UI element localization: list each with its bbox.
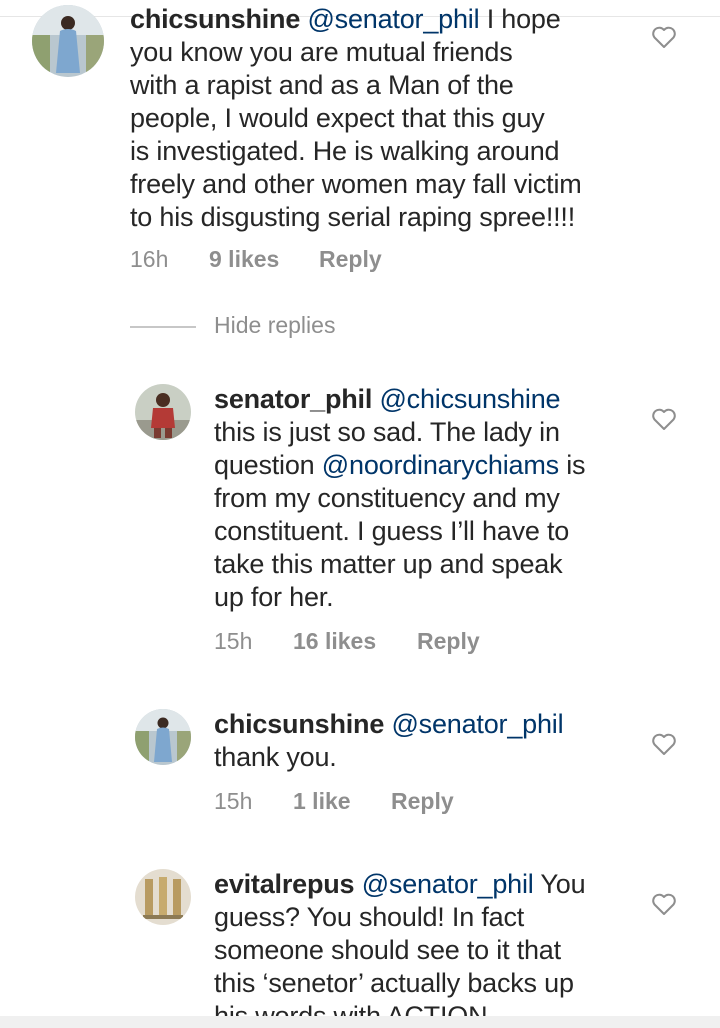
comment-line: this ‘senetor’ actually backs up: [214, 968, 574, 998]
likes-count[interactable]: 9 likes: [209, 246, 319, 273]
reply-button[interactable]: Reply: [391, 788, 454, 815]
avatar[interactable]: [135, 384, 191, 440]
comment-username[interactable]: chicsunshine: [214, 709, 384, 739]
comment-line: I hope: [479, 4, 561, 34]
comment-mention[interactable]: @chicsunshine: [379, 384, 560, 414]
comment-time: 15h: [214, 628, 253, 654]
comment-line: is investigated. He is walking around: [130, 136, 560, 166]
avatar[interactable]: [135, 709, 191, 765]
comment-meta: 15h 1 like Reply: [214, 788, 454, 815]
comment-mention[interactable]: @noordinarychiams: [322, 450, 559, 480]
reply-button[interactable]: Reply: [319, 246, 382, 273]
comment-line: guess? You should! In fact: [214, 902, 525, 932]
comment-line: freely and other women may fall victim: [130, 169, 582, 199]
likes-count[interactable]: 16 likes: [293, 628, 417, 655]
comment-mention[interactable]: @senator_phil: [362, 869, 534, 899]
heart-outline-icon[interactable]: [651, 407, 677, 431]
comment-line: take this matter up and speak: [214, 549, 563, 579]
comment-line: someone should see to it that: [214, 935, 561, 965]
comment-text: chicsunshine @senator_phil I hope you kn…: [130, 3, 690, 234]
comment-line: to his disgusting serial raping spree!!!…: [130, 202, 576, 232]
comment-line: is: [558, 450, 586, 480]
comment-text: senator_phil @chicsunshine this is just …: [214, 383, 684, 614]
comment-line: constituent. I guess I’ll have to: [214, 516, 570, 546]
comment-line: up for her.: [214, 582, 334, 612]
hide-replies-label[interactable]: Hide replies: [214, 312, 335, 339]
comment-mention[interactable]: @senator_phil: [307, 4, 479, 34]
comment-username[interactable]: evitalrepus: [214, 869, 355, 899]
comment-mention[interactable]: @senator_phil: [391, 709, 563, 739]
comment-line: with a rapist and as a Man of the: [130, 70, 514, 100]
comment-line: his words with ACTION: [214, 1001, 488, 1016]
comment-username[interactable]: senator_phil: [214, 384, 372, 414]
heart-outline-icon[interactable]: [651, 892, 677, 916]
comment-time: 16h: [130, 246, 169, 272]
heart-outline-icon[interactable]: [651, 25, 677, 49]
comment-line: from my constituency and my: [214, 483, 560, 513]
comment-line: you know you are mutual friends: [130, 37, 513, 67]
reply-button[interactable]: Reply: [417, 628, 480, 655]
comment-line: You: [533, 869, 586, 899]
comment-line: thank you.: [214, 742, 337, 772]
comment-line: people, I would expect that this guy: [130, 103, 545, 133]
avatar[interactable]: [135, 869, 191, 925]
comment-text: chicsunshine @senator_phil thank you.: [214, 708, 684, 774]
comment-line: this is just so sad. The lady in: [214, 417, 560, 447]
comment-meta: 15h 16 likes Reply: [214, 628, 480, 655]
comment-username[interactable]: chicsunshine: [130, 4, 300, 34]
avatar[interactable]: [32, 5, 104, 77]
comment-line: question: [214, 450, 322, 480]
comment-meta: 16h 9 likes Reply: [130, 246, 382, 273]
bottom-bar: [0, 1016, 720, 1028]
comment-text: evitalrepus @senator_phil You guess? You…: [214, 868, 684, 1016]
divider-line: [130, 326, 196, 328]
heart-outline-icon[interactable]: [651, 732, 677, 756]
likes-count[interactable]: 1 like: [293, 788, 391, 815]
comment-time: 15h: [214, 788, 253, 814]
